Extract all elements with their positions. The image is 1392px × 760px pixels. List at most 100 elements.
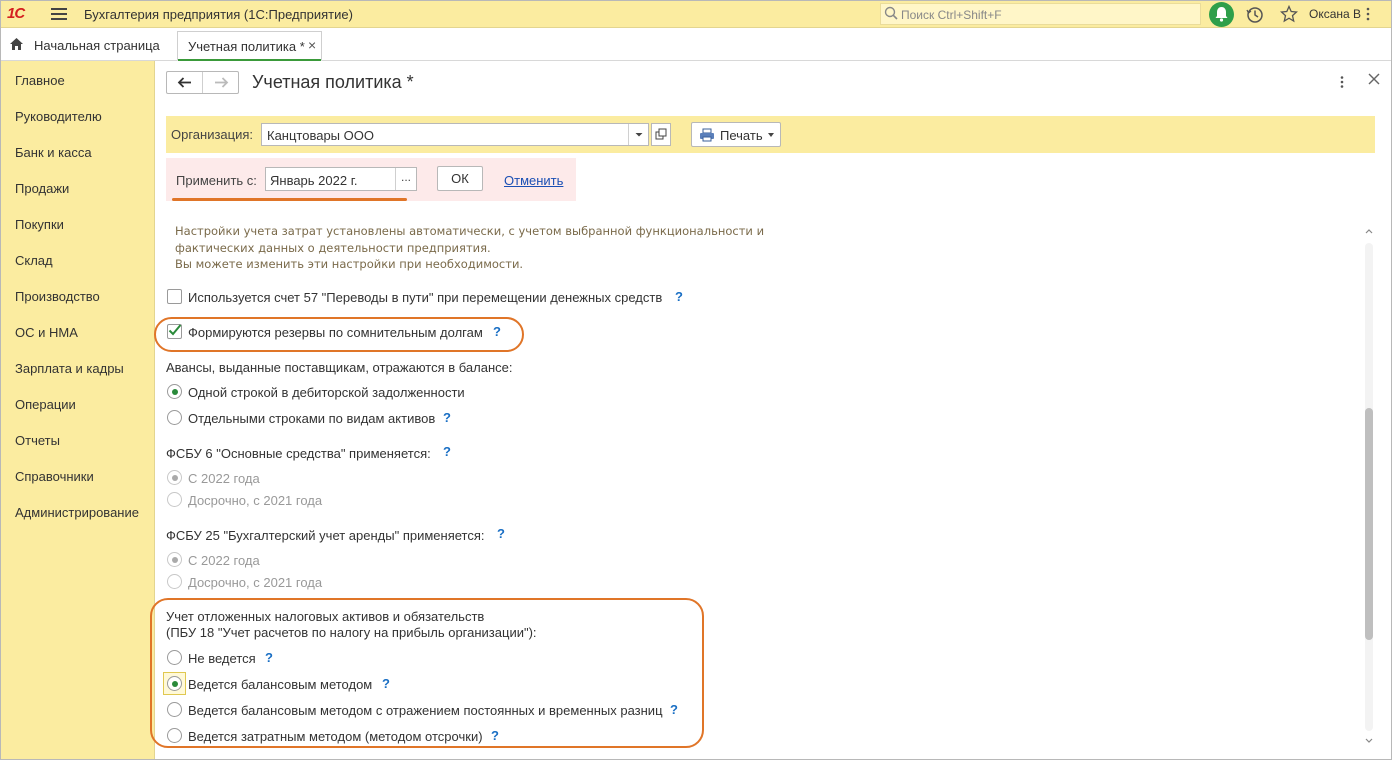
page-title: Учетная политика *: [252, 72, 414, 92]
apply-date-field[interactable]: Январь 2022 г. ...: [265, 167, 417, 191]
fsbu25-option-label: С 2022 года: [188, 553, 260, 568]
sidebar-item-directories[interactable]: Справочники: [15, 469, 94, 484]
print-button[interactable]: Печать: [691, 122, 781, 147]
open-icon: [655, 128, 667, 140]
nav-buttons: [166, 71, 239, 94]
reserves-label: Формируются резервы по сомнительным долг…: [188, 325, 483, 340]
sidebar-item-administration[interactable]: Администрирование: [15, 505, 139, 520]
transit-account-label: Используется счет 57 "Переводы в пути" п…: [188, 290, 663, 305]
sidebar-item-bank[interactable]: Банк и касса: [15, 145, 92, 160]
fsbu6-heading: ФСБУ 6 "Основные средства" применяется:: [166, 446, 431, 461]
close-icon[interactable]: [1367, 72, 1381, 86]
form-area: Учетная политика * Организация: Канцтова…: [150, 61, 1391, 759]
apply-from-bar: Применить с: Январь 2022 г. ... ОК Отмен…: [166, 158, 576, 201]
advances-option-label: Одной строкой в дебиторской задолженност…: [188, 385, 465, 400]
user-name[interactable]: Оксана В: [1309, 7, 1361, 21]
more-vertical-icon[interactable]: [1339, 75, 1345, 89]
sidebar: Главное Руководителю Банк и касса Продаж…: [1, 61, 155, 759]
transit-account-checkbox[interactable]: [167, 289, 182, 304]
search-icon: [884, 6, 898, 20]
deferred-radio-balance-with-diffs[interactable]: [167, 702, 182, 717]
sidebar-item-sales[interactable]: Продажи: [15, 181, 69, 196]
app-title: Бухгалтерия предприятия (1С:Предприятие): [84, 7, 353, 22]
deferred-heading: Учет отложенных налоговых активов и обяз…: [166, 609, 485, 624]
star-icon[interactable]: [1280, 5, 1298, 23]
print-label: Печать: [720, 128, 763, 143]
tab-strip: Начальная страница Учетная политика * ×: [1, 28, 1391, 61]
tab-home-label: Начальная страница: [34, 38, 160, 53]
history-icon[interactable]: [1246, 6, 1264, 24]
scrollbar-thumb[interactable]: [1365, 408, 1373, 640]
caret-down-icon: [768, 133, 774, 137]
deferred-option-label: Ведется балансовым методом с отражением …: [188, 703, 663, 718]
organization-bar: Организация: Канцтовары ООО Печать: [166, 116, 1375, 153]
sidebar-item-assets[interactable]: ОС и НМА: [15, 325, 78, 340]
bell-icon[interactable]: [1209, 2, 1234, 27]
fsbu25-heading: ФСБУ 25 "Бухгалтерский учет аренды" прим…: [166, 528, 485, 543]
advances-radio-single-line[interactable]: [167, 384, 182, 399]
info-line: Настройки учета затрат установлены автом…: [175, 224, 765, 238]
deferred-radio-not-kept[interactable]: [167, 650, 182, 665]
apply-date-value: Январь 2022 г.: [270, 173, 358, 188]
org-open-button[interactable]: [651, 123, 671, 146]
org-value: Канцтовары ООО: [267, 128, 374, 143]
help-icon[interactable]: ?: [443, 444, 451, 459]
fsbu25-radio-2022: [167, 552, 182, 567]
sidebar-item-main[interactable]: Главное: [15, 73, 65, 88]
advances-radio-separate-lines[interactable]: [167, 410, 182, 425]
organization-field[interactable]: Канцтовары ООО: [261, 123, 649, 146]
apply-label: Применить с:: [176, 173, 257, 188]
info-line: фактических данных о деятельности предпр…: [175, 240, 491, 255]
tab-home[interactable]: Начальная страница: [1, 28, 173, 60]
fsbu6-radio-early: [167, 492, 182, 507]
search-placeholder: Поиск Ctrl+Shift+F: [901, 8, 1002, 22]
printer-icon: [700, 128, 714, 142]
forward-button[interactable]: [204, 72, 239, 93]
tab-label: Учетная политика *: [188, 39, 305, 54]
fsbu25-option-label: Досрочно, с 2021 года: [188, 575, 323, 590]
sidebar-item-warehouse[interactable]: Склад: [15, 253, 53, 268]
reserves-checkbox[interactable]: [167, 324, 182, 339]
home-icon: [10, 38, 23, 50]
close-icon[interactable]: ×: [308, 37, 316, 53]
ok-button[interactable]: ОК: [437, 166, 483, 191]
cancel-link[interactable]: Отменить: [504, 173, 563, 188]
arrow-left-icon: [177, 77, 191, 88]
tab-accounting-policy[interactable]: Учетная политика * ×: [177, 31, 322, 61]
checkmark-icon: [168, 324, 182, 336]
help-icon[interactable]: ?: [497, 526, 505, 541]
fsbu6-option-label: С 2022 года: [188, 471, 260, 486]
deferred-radio-balance-method[interactable]: [167, 676, 182, 691]
arrow-right-icon: [215, 77, 229, 88]
fsbu6-option-label: Досрочно, с 2021 года: [188, 493, 323, 508]
advances-option-label: Отдельными строками по видам активов: [188, 411, 436, 426]
help-icon[interactable]: ?: [670, 702, 678, 717]
fsbu25-radio-early: [167, 574, 182, 589]
help-icon[interactable]: ?: [265, 650, 273, 665]
sidebar-item-purchases[interactable]: Покупки: [15, 217, 64, 232]
deferred-option-label: Ведется затратным методом (методом отсро…: [188, 729, 483, 744]
org-dropdown-button[interactable]: [628, 124, 648, 145]
sidebar-item-payroll[interactable]: Зарплата и кадры: [15, 361, 124, 376]
help-icon[interactable]: ?: [382, 676, 390, 691]
info-line: Вы можете изменить эти настройки при нео…: [175, 257, 524, 271]
info-text: Настройки учета затрат установлены автом…: [175, 223, 764, 273]
hamburger-icon[interactable]: [51, 6, 67, 22]
scroll-down-icon[interactable]: [1364, 737, 1374, 745]
sidebar-item-manager[interactable]: Руководителю: [15, 109, 102, 124]
title-bar: 1С Бухгалтерия предприятия (1С:Предприят…: [1, 1, 1391, 28]
app-logo: 1С: [7, 5, 25, 22]
help-icon[interactable]: ?: [443, 410, 451, 425]
help-icon[interactable]: ?: [675, 289, 683, 304]
sidebar-item-production[interactable]: Производство: [15, 289, 100, 304]
help-icon[interactable]: ?: [493, 324, 501, 339]
help-icon[interactable]: ?: [491, 728, 499, 743]
sidebar-item-reports[interactable]: Отчеты: [15, 433, 60, 448]
deferred-radio-cost-method[interactable]: [167, 728, 182, 743]
back-button[interactable]: [167, 72, 203, 93]
date-picker-button[interactable]: ...: [395, 168, 416, 190]
search-input[interactable]: Поиск Ctrl+Shift+F: [880, 3, 1201, 25]
more-vertical-icon[interactable]: [1365, 6, 1371, 22]
sidebar-item-operations[interactable]: Операции: [15, 397, 76, 412]
scroll-up-icon[interactable]: [1364, 227, 1374, 235]
